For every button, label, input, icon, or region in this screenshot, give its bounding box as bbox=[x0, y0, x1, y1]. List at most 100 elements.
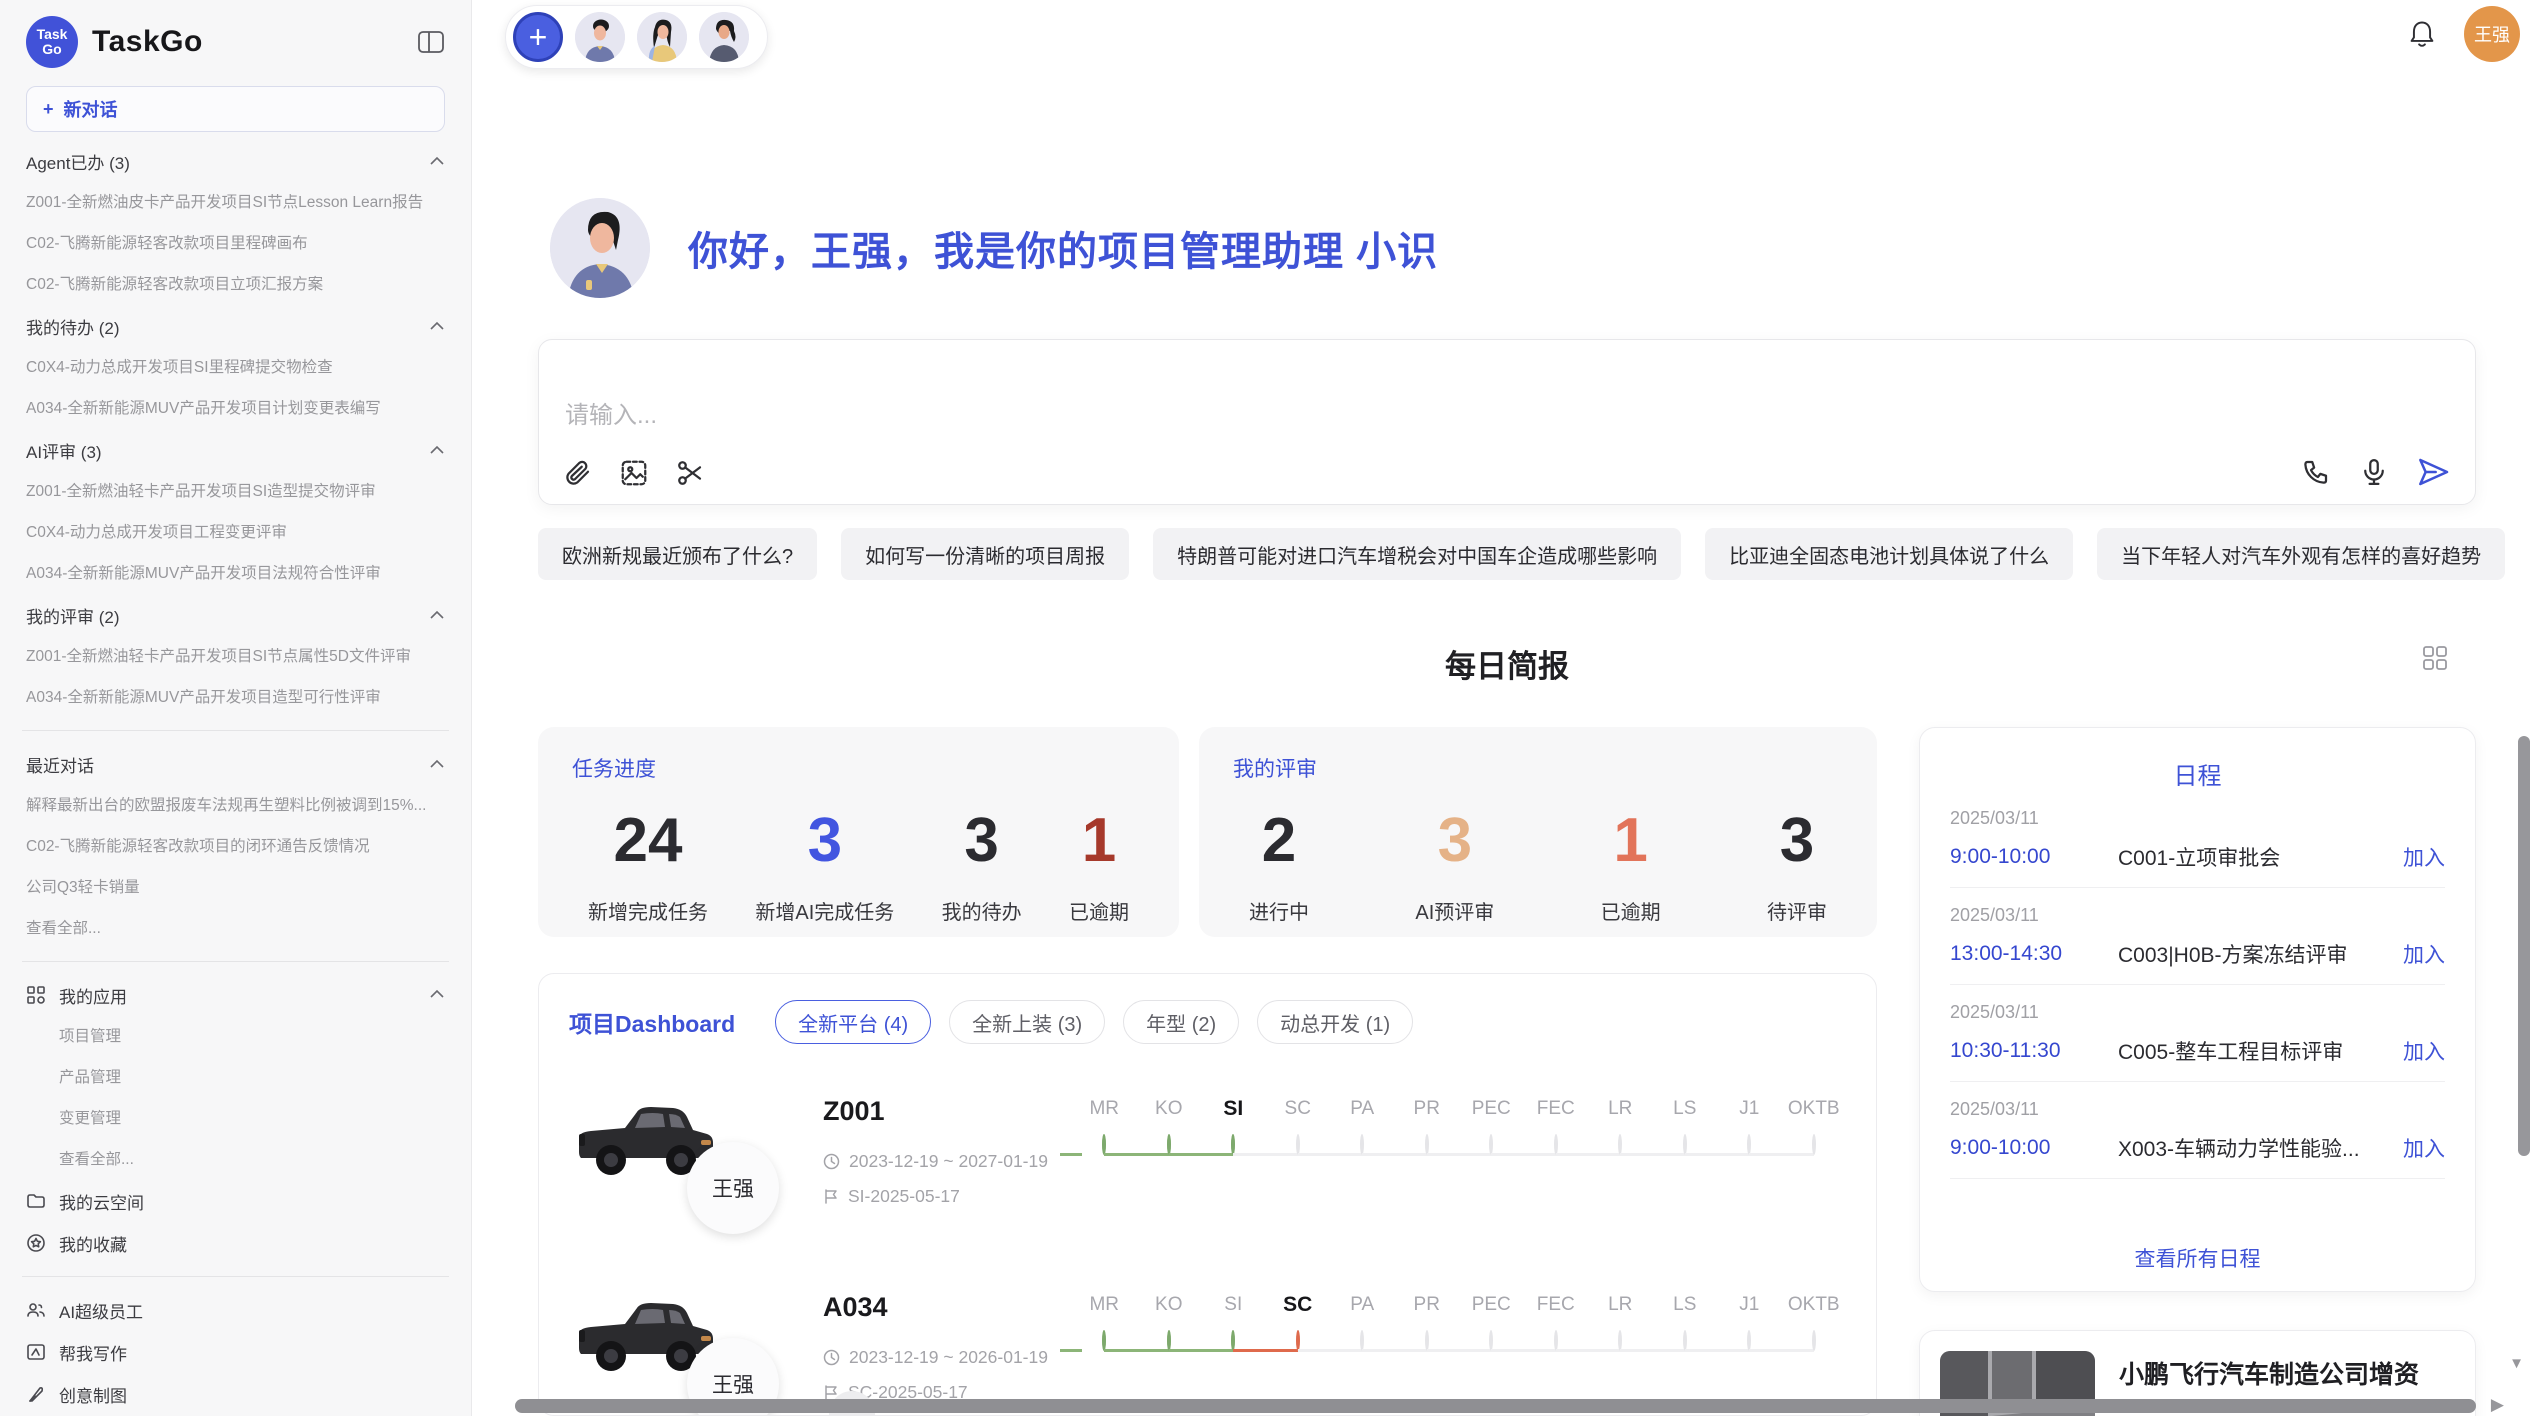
vertical-scrollbar[interactable] bbox=[2518, 736, 2530, 1156]
section-my-review[interactable]: 我的评审 (2) bbox=[26, 594, 445, 636]
recent-view-all[interactable]: 查看全部... bbox=[26, 908, 445, 949]
sidebar-item-ai-super-staff[interactable]: AI超级员工 bbox=[26, 1289, 445, 1331]
chat-input[interactable] bbox=[565, 402, 1765, 430]
attachment-icon[interactable] bbox=[563, 458, 593, 488]
stat-ai-prereview: 3 AI预评审 bbox=[1415, 805, 1494, 925]
tab-new-body[interactable]: 全新上装 (3) bbox=[949, 1000, 1105, 1044]
schedule-item: 2025/03/11 13:00-14:30 C003|H0B-方案冻结评审 加… bbox=[1950, 888, 2445, 985]
add-agent-button[interactable]: + bbox=[513, 12, 563, 62]
section-agent-done[interactable]: Agent已办 (3) bbox=[26, 140, 445, 182]
sidebar-item-my-apps[interactable]: 我的应用 bbox=[26, 974, 445, 1016]
flag-icon bbox=[823, 1188, 839, 1205]
help-me-write-label: 帮我写作 bbox=[59, 1340, 127, 1365]
bell-icon[interactable] bbox=[2408, 19, 2436, 49]
suggestion-chip[interactable]: 比亚迪全固态电池计划具体说了什么 bbox=[1705, 528, 2073, 580]
chevron-up-icon[interactable] bbox=[429, 758, 445, 770]
stat-in-progress: 2 进行中 bbox=[1249, 805, 1309, 925]
project-flag: SI-2025-05-17 bbox=[823, 1186, 1066, 1207]
send-icon[interactable] bbox=[2417, 456, 2449, 488]
sidebar-item[interactable]: Z001-全新燃油皮卡产品开发项目SI节点Lesson Learn报告 bbox=[26, 182, 445, 223]
chevron-up-icon[interactable] bbox=[429, 985, 445, 1005]
join-link[interactable]: 加入 bbox=[2403, 1036, 2445, 1066]
project-row-z001[interactable]: 王强 Z001 2023-12-19 ~ 2027-01-19 SI-2025-… bbox=[569, 1090, 1846, 1240]
milestone-dot bbox=[1231, 1134, 1235, 1155]
milestone-pr: PR bbox=[1395, 1288, 1460, 1416]
mic-icon[interactable] bbox=[2359, 457, 2389, 487]
dashboard-header: 项目Dashboard 全新平台 (4) 全新上装 (3) 年型 (2) 动总开… bbox=[569, 1000, 1846, 1044]
schedule-name: X003-车辆动力学性能验... bbox=[2118, 1133, 2403, 1163]
recent-chat-item[interactable]: C02-飞腾新能源轻客改款项目的闭环通告反馈情况 bbox=[26, 826, 445, 867]
sidebar-item[interactable]: A034-全新新能源MUV产品开发项目计划变更表编写 bbox=[26, 388, 445, 429]
agent-avatar-2[interactable] bbox=[637, 12, 687, 62]
schedule-time: 9:00-10:00 bbox=[1950, 1136, 2118, 1160]
agent-avatar-3[interactable] bbox=[699, 12, 749, 62]
app-item-project-mgmt[interactable]: 项目管理 bbox=[26, 1016, 445, 1057]
milestone-oktb: OKTB bbox=[1782, 1288, 1847, 1416]
section-ai-review[interactable]: AI评审 (3) bbox=[26, 429, 445, 471]
chat-input-card bbox=[538, 339, 2476, 505]
folder-icon bbox=[26, 1191, 46, 1211]
section-recent-chats[interactable]: 最近对话 bbox=[26, 743, 445, 785]
recent-chat-item[interactable]: 公司Q3轻卡销量 bbox=[26, 867, 445, 908]
suggestion-chip[interactable]: 如何写一份清晰的项目周报 bbox=[841, 528, 1129, 580]
chevron-up-icon[interactable] bbox=[429, 155, 445, 167]
project-dashboard-card: 项目Dashboard 全新平台 (4) 全新上装 (3) 年型 (2) 动总开… bbox=[538, 973, 1877, 1416]
chevron-up-icon[interactable] bbox=[429, 320, 445, 332]
agent-avatar-1[interactable] bbox=[575, 12, 625, 62]
milestone-dot bbox=[1489, 1134, 1493, 1155]
sidebar-item[interactable]: A034-全新新能源MUV产品开发项目法规符合性评审 bbox=[26, 553, 445, 594]
milestone-pr: PR bbox=[1395, 1092, 1460, 1240]
milestone-dot bbox=[1360, 1134, 1364, 1155]
chevron-up-icon[interactable] bbox=[429, 609, 445, 621]
suggestion-chip[interactable]: 特朗普可能对进口汽车增税会对中国车企造成哪些影响 bbox=[1153, 528, 1681, 580]
milestone-sc: SC bbox=[1266, 1092, 1331, 1240]
sidebar-item[interactable]: Z001-全新燃油轻卡产品开发项目SI造型提交物评审 bbox=[26, 471, 445, 512]
tab-new-platform[interactable]: 全新平台 (4) bbox=[775, 1000, 931, 1044]
schedule-title: 日程 bbox=[1950, 756, 2445, 791]
recent-chat-item[interactable]: 解释最新出台的欧盟报废车法规再生塑料比例被调到15%... bbox=[26, 785, 445, 826]
milestone-dot bbox=[1618, 1330, 1622, 1351]
sidebar-item[interactable]: C02-飞腾新能源轻客改款项目立项汇报方案 bbox=[26, 264, 445, 305]
user-avatar[interactable]: 王强 bbox=[2464, 6, 2520, 62]
app-item-change-mgmt[interactable]: 变更管理 bbox=[26, 1098, 445, 1139]
section-title: 最近对话 bbox=[26, 752, 94, 777]
join-link[interactable]: 加入 bbox=[2403, 939, 2445, 969]
my-review-card: 我的评审 2 进行中 3 AI预评审 1 bbox=[1199, 727, 1877, 937]
chevron-up-icon[interactable] bbox=[429, 444, 445, 456]
join-link[interactable]: 加入 bbox=[2403, 842, 2445, 872]
sidebar-item-cloud-space[interactable]: 我的云空间 bbox=[26, 1180, 445, 1222]
sidebar-item[interactable]: Z001-全新燃油轻卡产品开发项目SI节点属性5D文件评审 bbox=[26, 636, 445, 677]
app-item-product-mgmt[interactable]: 产品管理 bbox=[26, 1057, 445, 1098]
project-row-a034[interactable]: 王强 A034 2023-12-19 ~ 2026-01-19 SC-2025-… bbox=[569, 1286, 1846, 1416]
layout-grid-icon[interactable] bbox=[2422, 645, 2448, 671]
suggestion-chip[interactable]: 当下年轻人对汽车外观有怎样的喜好趋势 bbox=[2097, 528, 2505, 580]
tab-year-model[interactable]: 年型 (2) bbox=[1123, 1000, 1239, 1044]
apps-view-all[interactable]: 查看全部... bbox=[26, 1139, 445, 1180]
scroll-right-arrow[interactable]: ▶ bbox=[2491, 1395, 2504, 1415]
sidebar-item-help-me-write[interactable]: 帮我写作 bbox=[26, 1331, 445, 1373]
milestone-pec: PEC bbox=[1459, 1092, 1524, 1240]
view-all-schedule-link[interactable]: 查看所有日程 bbox=[1920, 1243, 2475, 1273]
new-chat-button[interactable]: + 新对话 bbox=[26, 86, 445, 132]
horizontal-scrollbar[interactable] bbox=[515, 1399, 2476, 1413]
sidebar-item-favorites[interactable]: 我的收藏 bbox=[26, 1222, 445, 1264]
join-link[interactable]: 加入 bbox=[2403, 1133, 2445, 1163]
scroll-down-arrow[interactable]: ▼ bbox=[2509, 1355, 2524, 1372]
sidebar-item[interactable]: C0X4-动力总成开发项目SI里程碑提交物检查 bbox=[26, 347, 445, 388]
image-icon[interactable] bbox=[619, 458, 649, 488]
scissors-icon[interactable] bbox=[675, 458, 705, 488]
app-title: TaskGo bbox=[92, 25, 203, 59]
suggestion-chips: 欧洲新规最近颁布了什么? 如何写一份清晰的项目周报 特朗普可能对进口汽车增税会对… bbox=[538, 528, 2476, 580]
section-title: Agent已办 (3) bbox=[26, 149, 130, 174]
section-my-todo[interactable]: 我的待办 (2) bbox=[26, 305, 445, 347]
stat-review-overdue: 1 已逾期 bbox=[1601, 805, 1661, 925]
suggestion-chip[interactable]: 欧洲新规最近颁布了什么? bbox=[538, 528, 817, 580]
phone-icon[interactable] bbox=[2301, 457, 2331, 487]
sidebar-item[interactable]: C0X4-动力总成开发项目工程变更评审 bbox=[26, 512, 445, 553]
sidebar-item[interactable]: C02-飞腾新能源轻客改款项目里程碑画布 bbox=[26, 223, 445, 264]
sidebar-item[interactable]: A034-全新新能源MUV产品开发项目造型可行性评审 bbox=[26, 677, 445, 718]
section-title: AI评审 (3) bbox=[26, 438, 102, 463]
sidebar-item-creative-drawing[interactable]: 创意制图 bbox=[26, 1373, 445, 1415]
tab-powertrain[interactable]: 动总开发 (1) bbox=[1257, 1000, 1413, 1044]
sidebar-collapse-icon[interactable] bbox=[417, 29, 445, 55]
